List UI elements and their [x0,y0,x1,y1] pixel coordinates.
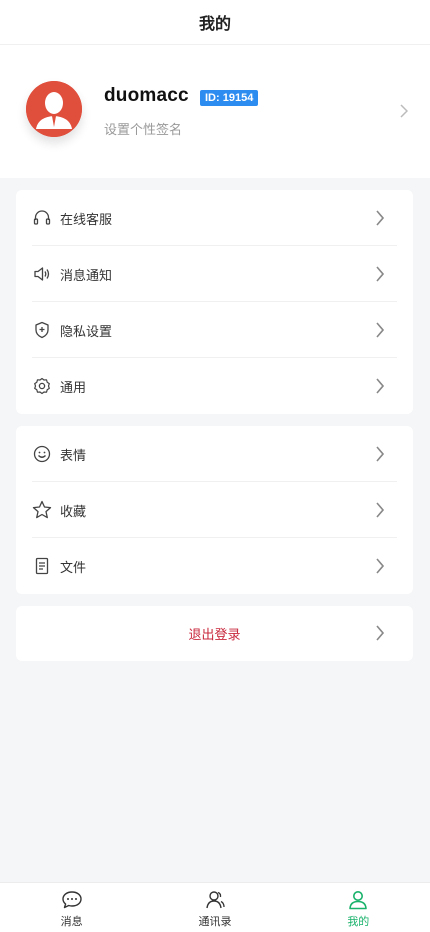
chat-bubble-icon [61,889,83,911]
document-icon [32,556,52,576]
logout-card: 退出登录 [16,606,413,661]
menu-label: 隐私设置 [60,324,113,340]
menu-label: 在线客服 [60,212,113,228]
tab-messages[interactable]: 消息 [0,883,143,932]
menu-item-general[interactable]: 通用 [16,358,413,414]
profile-card[interactable]: duomacc ID: 19154 设置个性签名 [0,45,430,178]
menu-label: 文件 [60,560,87,576]
chevron-right-icon [375,445,385,467]
logout-button[interactable]: 退出登录 [16,606,413,661]
menu-label: 通用 [60,380,87,396]
chevron-right-icon [375,321,385,343]
menu-label: 消息通知 [60,268,113,284]
username: duomacc [104,85,189,106]
tab-label: 消息 [60,915,83,928]
settings-menu-card: 在线客服 消息通知 隐私设置 通用 [16,190,413,414]
content-menu-card: 表情 收藏 文件 [16,426,413,594]
chevron-right-icon [375,557,385,579]
chevron-right-icon [375,377,385,399]
menu-item-stickers[interactable]: 表情 [16,426,413,482]
menu-label: 收藏 [60,504,87,520]
page-title: 我的 [198,14,231,33]
chevron-right-icon [375,501,385,523]
tab-label: 通讯录 [198,915,232,928]
chevron-right-icon [375,265,385,287]
chevron-right-icon [400,103,409,122]
avatar[interactable] [26,81,82,137]
menu-item-notifications[interactable]: 消息通知 [16,246,413,302]
default-avatar-icon [26,81,82,137]
smiley-icon [32,444,52,464]
user-icon [347,889,369,911]
logout-label: 退出登录 [188,628,241,643]
tab-label: 我的 [347,915,370,928]
tab-contacts[interactable]: 通讯录 [143,883,286,932]
chevron-right-icon [375,624,385,646]
user-id-badge: ID: 19154 [200,90,259,106]
speaker-icon [32,264,52,284]
gear-icon [32,376,52,396]
bottom-tab-bar: 消息 通讯录 我的 [0,882,430,932]
top-nav-bar: 我的 [0,0,430,45]
star-icon [32,500,52,520]
shield-plus-icon [32,320,52,340]
menu-item-files[interactable]: 文件 [16,538,413,594]
tab-me[interactable]: 我的 [287,883,430,932]
menu-item-favorites[interactable]: 收藏 [16,482,413,538]
menu-item-privacy[interactable]: 隐私设置 [16,302,413,358]
chevron-right-icon [375,209,385,231]
headset-icon [32,208,52,228]
signature-text[interactable]: 设置个性签名 [104,119,182,138]
menu-item-customer-service[interactable]: 在线客服 [16,190,413,246]
contacts-icon [204,889,226,911]
menu-label: 表情 [60,448,87,464]
